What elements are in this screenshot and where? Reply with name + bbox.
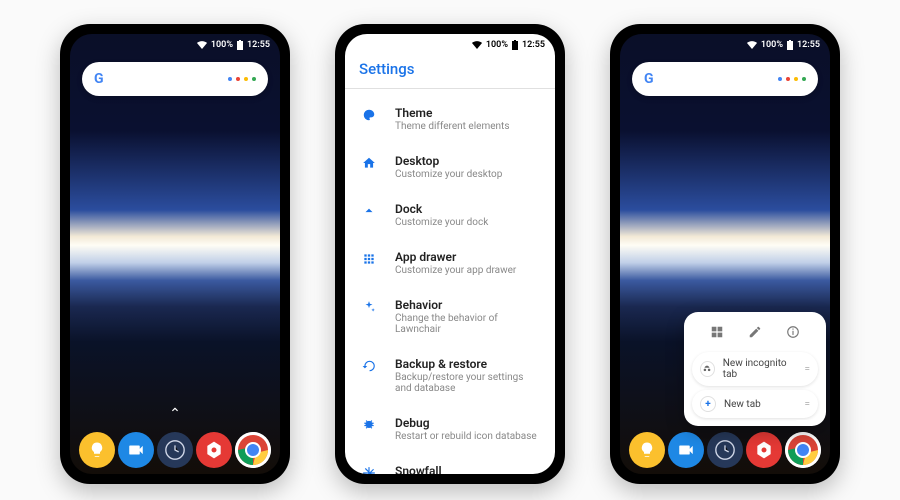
restore-icon: [361, 359, 377, 373]
assistant-icon[interactable]: [228, 77, 256, 81]
settings-item-sub: Backup/restore your settings and databas…: [395, 372, 539, 394]
grid-icon: [361, 252, 377, 266]
clock-time: 12:55: [797, 40, 820, 50]
battery-icon: [787, 40, 793, 50]
settings-item-label: Snowfall: [395, 464, 442, 474]
snow-icon: [361, 466, 377, 474]
plus-icon: +: [700, 396, 716, 412]
settings-item-label: Theme: [395, 106, 509, 120]
settings-item-backup-restore[interactable]: Backup & restore Backup/restore your set…: [345, 346, 555, 405]
widgets-icon[interactable]: [709, 324, 725, 340]
popup-header: [690, 320, 820, 348]
dock-icon: [361, 204, 377, 218]
settings-item-app-drawer[interactable]: App drawer Customize your app drawer: [345, 239, 555, 287]
google-search-bar[interactable]: G: [82, 62, 268, 96]
dock-app-clock[interactable]: [707, 432, 743, 468]
settings-item-sub: Customize your desktop: [395, 169, 502, 180]
dock-app-tips[interactable]: [79, 432, 115, 468]
google-logo-icon: G: [644, 71, 654, 87]
dock-app-settings-hex[interactable]: [196, 432, 232, 468]
settings-item-label: Behavior: [395, 298, 539, 312]
battery-icon: [512, 40, 518, 50]
signal-percent: 100%: [761, 40, 783, 50]
dock-app-clock[interactable]: [157, 432, 193, 468]
dock-app-chrome[interactable]: [235, 432, 271, 468]
home-screen[interactable]: 100% 12:55 G New incognito tab: [620, 34, 830, 474]
dock: [70, 432, 280, 468]
palette-icon: [361, 108, 377, 122]
bug-icon: [361, 418, 377, 432]
dock-app-duo[interactable]: [118, 432, 154, 468]
settings-item-label: Backup & restore: [395, 357, 539, 371]
status-bar: 100% 12:55: [747, 40, 820, 50]
shortcut-label: New incognito tab: [723, 358, 797, 380]
wifi-icon: [197, 41, 207, 49]
home-icon: [361, 156, 377, 170]
phone-shortcut-popup: 100% 12:55 G New incognito tab: [610, 24, 840, 484]
settings-screen[interactable]: 100% 12:55 Settings Theme Theme differen…: [345, 34, 555, 474]
status-bar: 100% 12:55: [472, 40, 545, 50]
drag-handle-icon[interactable]: =: [805, 399, 811, 410]
app-drawer-handle[interactable]: ⌃: [169, 406, 181, 422]
settings-item-behavior[interactable]: Behavior Change the behavior of Lawnchai…: [345, 287, 555, 346]
settings-item-label: Debug: [395, 416, 537, 430]
dock-app-settings-hex[interactable]: [746, 432, 782, 468]
app-shortcut-popup: New incognito tab =+ New tab =: [684, 312, 826, 426]
settings-item-label: Dock: [395, 202, 488, 216]
home-screen[interactable]: 100% 12:55 G ⌃: [70, 34, 280, 474]
settings-item-debug[interactable]: Debug Restart or rebuild icon database: [345, 405, 555, 453]
phone-home: 100% 12:55 G ⌃: [60, 24, 290, 484]
dock-app-duo[interactable]: [668, 432, 704, 468]
battery-icon: [237, 40, 243, 50]
sparkle-icon: [361, 300, 377, 314]
dock-app-chrome[interactable]: [785, 432, 821, 468]
clock-time: 12:55: [522, 40, 545, 50]
settings-item-sub: Change the behavior of Lawnchair: [395, 313, 539, 335]
shortcut-new-incognito-tab[interactable]: New incognito tab =: [692, 352, 818, 386]
drag-handle-icon[interactable]: =: [805, 364, 811, 375]
edit-icon[interactable]: [747, 324, 763, 340]
dock: [620, 432, 830, 468]
signal-percent: 100%: [211, 40, 233, 50]
settings-item-desktop[interactable]: Desktop Customize your desktop: [345, 143, 555, 191]
info-icon[interactable]: [785, 324, 801, 340]
shortcut-label: New tab: [724, 399, 761, 410]
settings-item-label: Desktop: [395, 154, 502, 168]
settings-list: Theme Theme different elements Desktop C…: [345, 89, 555, 474]
status-bar: 100% 12:55: [197, 40, 270, 50]
signal-percent: 100%: [486, 40, 508, 50]
phone-settings: 100% 12:55 Settings Theme Theme differen…: [335, 24, 565, 484]
wifi-icon: [472, 41, 482, 49]
settings-item-theme[interactable]: Theme Theme different elements: [345, 95, 555, 143]
settings-item-sub: Restart or rebuild icon database: [395, 431, 537, 442]
shortcut-new-tab[interactable]: + New tab =: [692, 390, 818, 418]
dock-app-tips[interactable]: [629, 432, 665, 468]
settings-item-snowfall[interactable]: Snowfall: [345, 453, 555, 474]
settings-item-sub: Theme different elements: [395, 121, 509, 132]
incognito-icon: [700, 361, 715, 377]
google-search-bar[interactable]: G: [632, 62, 818, 96]
google-logo-icon: G: [94, 71, 104, 87]
settings-item-label: App drawer: [395, 250, 516, 264]
settings-item-sub: Customize your app drawer: [395, 265, 516, 276]
settings-item-sub: Customize your dock: [395, 217, 488, 228]
wifi-icon: [747, 41, 757, 49]
assistant-icon[interactable]: [778, 77, 806, 81]
settings-item-dock[interactable]: Dock Customize your dock: [345, 191, 555, 239]
clock-time: 12:55: [247, 40, 270, 50]
